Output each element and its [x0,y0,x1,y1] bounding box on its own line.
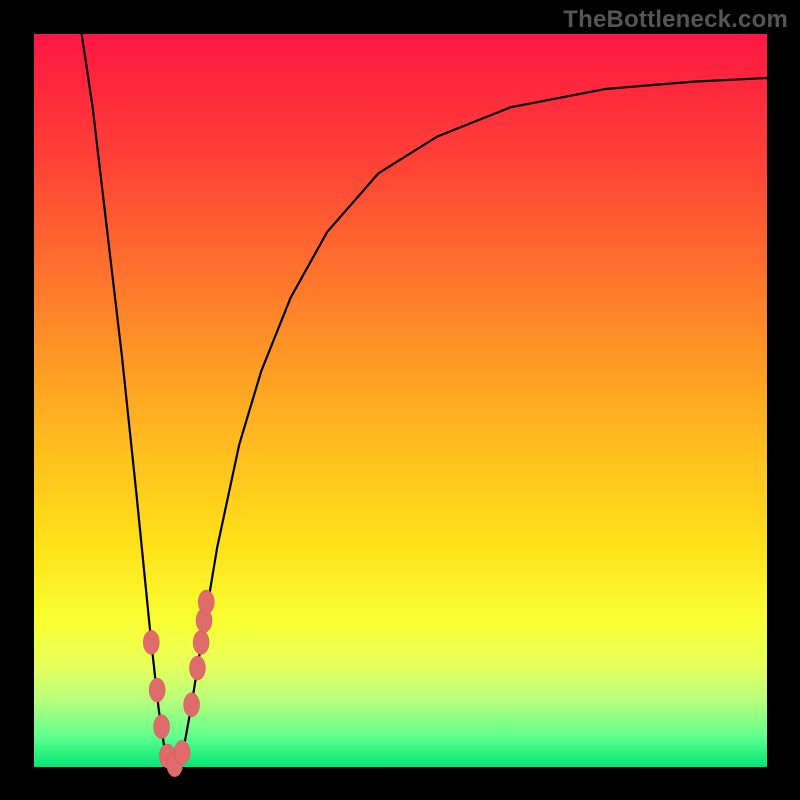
plot-area [34,34,767,767]
bottleneck-curve [82,34,767,767]
curve-svg [34,34,767,767]
marker-point [174,740,190,764]
marker-point [189,656,205,680]
chart-frame: TheBottleneck.com [0,0,800,800]
marker-point [143,630,159,654]
marker-group [143,590,214,777]
watermark-text: TheBottleneck.com [563,6,788,34]
marker-point [154,715,170,739]
marker-point [184,693,200,717]
marker-point [149,678,165,702]
marker-point [193,630,209,654]
marker-point [198,590,214,614]
